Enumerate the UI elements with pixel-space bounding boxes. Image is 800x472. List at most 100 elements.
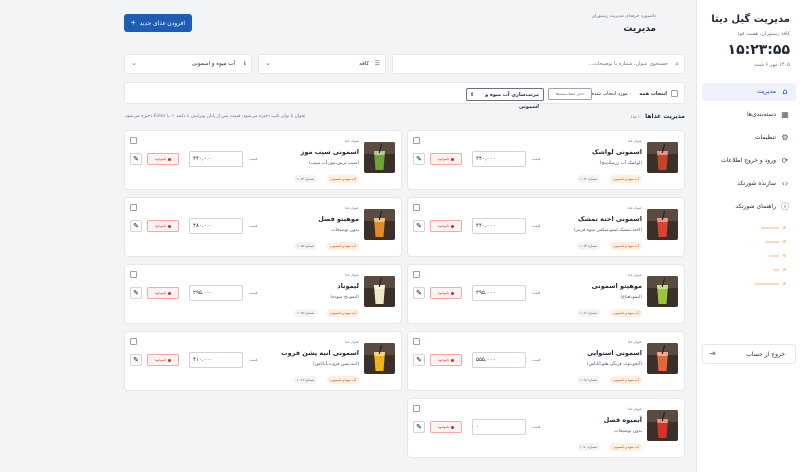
faded-item <box>755 282 786 285</box>
edit-pencil-icon[interactable]: ✎ <box>130 287 142 299</box>
logout-button[interactable]: خروج از حساب ⇥ <box>702 344 796 364</box>
price-input[interactable]: ۴۱۰,۰۰۰ <box>189 352 243 368</box>
subcategory-select[interactable]: ℹ آب میوه و اسمونی ⌄ <box>124 54 252 74</box>
app-title: مدیریت گیل دیتا <box>711 14 790 25</box>
nav-label: راهنمای شورتکد <box>735 203 776 210</box>
edit-pencil-icon[interactable]: ✎ <box>413 220 425 232</box>
food-name[interactable]: اسمونی اخته تمشک <box>578 215 642 223</box>
food-name[interactable]: اسمونی استوایی <box>587 349 642 357</box>
id-tag: شماره ۱۰۶۷ <box>293 309 317 317</box>
select-checkbox[interactable] <box>413 271 420 278</box>
search-input[interactable]: ⌕ جستجوی عنوان، شماره یا توضیحات... <box>392 54 685 74</box>
drink-image <box>647 209 678 240</box>
faded-item <box>765 240 786 243</box>
availability-toggle[interactable]: ناموجود <box>430 354 462 366</box>
food-name[interactable]: موهیتو اسمونی <box>592 282 642 290</box>
edit-pencil-icon[interactable]: ✎ <box>413 287 425 299</box>
clock: ۱۵:۲۳:۵۵ <box>727 42 790 58</box>
search-placeholder: جستجوی عنوان، شماره یا توضیحات... <box>588 61 668 67</box>
availability-toggle[interactable]: ناموجود <box>147 354 179 366</box>
select-checkbox[interactable] <box>413 204 420 211</box>
select-checkbox[interactable] <box>130 204 137 211</box>
edit-pencil-icon[interactable]: ✎ <box>130 153 142 165</box>
food-category: عنوان غذا <box>627 340 642 344</box>
food-name[interactable]: آبمیوه فصل <box>604 416 642 424</box>
drink-image <box>364 209 395 240</box>
price-input[interactable]: ۵۵۵,۰۰۰ <box>472 352 526 368</box>
food-category: عنوان غذا <box>344 139 359 143</box>
select-checkbox[interactable] <box>413 338 420 345</box>
availability-toggle[interactable]: ناموجود <box>147 287 179 299</box>
food-category: عنوان غذا <box>627 206 642 210</box>
edit-pencil-icon[interactable]: ✎ <box>413 354 425 366</box>
category-tag: آب میوه و اسمونی <box>610 175 642 183</box>
edit-pencil-icon[interactable]: ✎ <box>413 421 425 433</box>
price-label: قیمت <box>532 425 541 429</box>
sync-icon: ⟳ <box>781 156 789 165</box>
price-input[interactable]: ۲۹۵,۰۰۰ <box>189 285 243 301</box>
price-input[interactable]: ۰ <box>472 419 526 435</box>
availability-toggle[interactable]: ناموجود <box>147 220 179 232</box>
edit-pencil-icon[interactable]: ✎ <box>130 220 142 232</box>
edit-pencil-icon[interactable]: ✎ <box>413 153 425 165</box>
food-name[interactable]: اسمونی سیب موز <box>301 148 359 156</box>
price-label: قیمت <box>532 291 541 295</box>
availability-toggle[interactable]: ناموجود <box>147 153 179 165</box>
nav-item-shortcode-guide[interactable]: ⓘ راهنمای شورتکد <box>702 198 796 216</box>
food-card: عنوان غذا اسمونی استوایی (آبجو،توت فرنگی،ه… <box>407 331 685 391</box>
food-card: عنوان غذا موهیتو فصل بدون توضیحات آب میوه و… <box>124 197 402 257</box>
tag-icon: ℹ <box>243 60 246 67</box>
nav-item-settings[interactable]: ⚙ تنظیمات <box>702 129 796 147</box>
nav-item-import-export[interactable]: ⟳ ورود و خروج اطلاعات <box>702 152 796 170</box>
select-checkbox[interactable] <box>130 338 137 345</box>
nav-label: تنظیمات <box>754 134 776 141</box>
nav-item-shortcode-builder[interactable]: ‹› سازنده شورتکد <box>702 175 796 193</box>
nav-label: سازنده شورتکد <box>737 180 776 187</box>
price-input[interactable]: ۲۹۵,۰۰۰ <box>472 285 526 301</box>
food-category: عنوان غذا <box>344 340 359 344</box>
select-all-checkbox[interactable] <box>671 90 678 97</box>
availability-toggle[interactable]: ناموجود <box>430 220 462 232</box>
price-input[interactable]: ۴۴۰,۰۰۰ <box>189 151 243 167</box>
drink-image <box>364 343 395 374</box>
nav-item-dashboard[interactable]: ⌂ مدیریت <box>702 83 796 101</box>
price-label: قیمت <box>249 224 258 228</box>
availability-label: ناموجود <box>437 157 450 161</box>
availability-toggle[interactable]: ناموجود <box>430 153 462 165</box>
bulk-delete-button[interactable]: حذف انتخاب‌شده‌ها <box>548 88 592 100</box>
drink-image <box>364 276 395 307</box>
availability-toggle[interactable]: ناموجود <box>430 287 462 299</box>
select-checkbox[interactable] <box>413 137 420 144</box>
select-checkbox[interactable] <box>413 405 420 412</box>
food-description: بدون توضیحات <box>331 228 359 233</box>
category-select[interactable]: ☰ کافه ⌄ <box>258 54 386 74</box>
select-checkbox[interactable] <box>130 271 137 278</box>
nav-item-categories[interactable]: ▦ دسته‌بندی‌ها <box>702 106 796 124</box>
category-tag: آب میوه و اسمونی <box>610 242 642 250</box>
select-all-label: انتخاب همه <box>639 91 667 97</box>
food-card: عنوان غذا اسمونی اخته تمشک (اخته،تمشک،لیمو… <box>407 197 685 257</box>
price-label: قیمت <box>249 157 258 161</box>
add-food-button[interactable]: افزودن غذای جدید + <box>124 14 192 32</box>
status-dot-icon <box>168 224 172 228</box>
food-category: عنوان غذا <box>627 273 642 277</box>
availability-toggle[interactable]: ناموجود <box>430 421 462 433</box>
sort-select[interactable]: مرتب‌سازی آب میوه و اسمونی ⇕ <box>466 88 544 110</box>
logout-label: خروج از حساب <box>746 351 785 358</box>
food-description: (آبجو،توت فرنگی،هلو،آناناس) <box>586 362 642 367</box>
add-food-label: افزودن غذای جدید <box>139 20 186 27</box>
food-name[interactable]: لیموناد <box>337 282 359 290</box>
food-description: (سیب ترش،موز،آب سیب) <box>309 161 359 166</box>
food-name[interactable]: اسمونی لواشک <box>592 148 642 156</box>
price-input[interactable]: ۴۴۰,۰۰۰ <box>472 151 526 167</box>
sidebar: مدیریت گیل دیتا کافه رستوران، هست فود ۱۵… <box>696 0 800 472</box>
price-input[interactable]: ۴۸۰,۰۰۰ <box>189 218 243 234</box>
food-name[interactable]: اسمونی انبه پشن فروت <box>281 349 359 357</box>
price-input[interactable]: ۴۴۰,۰۰۰ <box>472 218 526 234</box>
category-tag: آب میوه و اسمونی <box>327 376 359 384</box>
food-name[interactable]: موهیتو فصل <box>318 215 359 223</box>
drink-image <box>647 343 678 374</box>
category-tag: آب میوه و اسمونی <box>327 309 359 317</box>
select-checkbox[interactable] <box>130 137 137 144</box>
edit-pencil-icon[interactable]: ✎ <box>130 354 142 366</box>
